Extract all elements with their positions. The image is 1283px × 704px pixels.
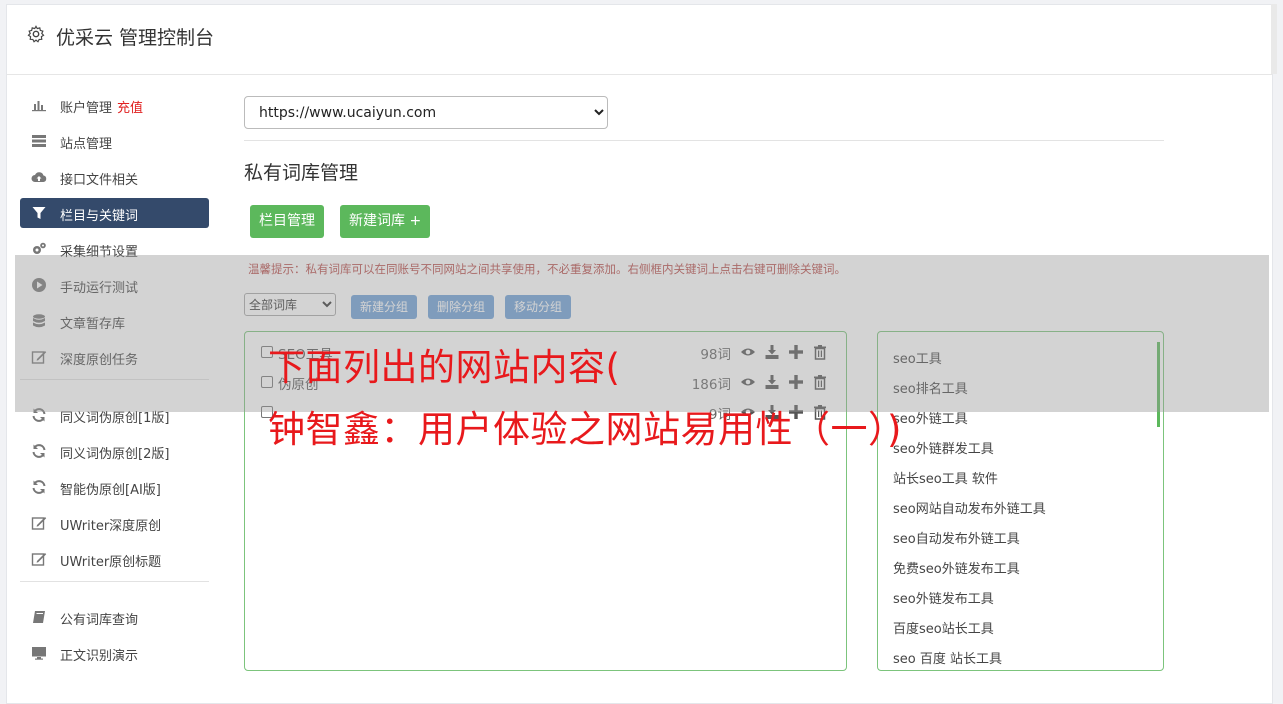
sidebar-item-label: 公有词库查询 (60, 613, 139, 628)
keyword-item[interactable]: 免费seo外链发布工具 (893, 558, 1020, 577)
edit-icon (31, 553, 47, 566)
header: 优采云 管理控制台 (7, 5, 1272, 75)
sidebar-item-label: 智能伪原创[AI版] (60, 483, 161, 498)
monitor-icon (32, 647, 46, 660)
edit-icon (31, 517, 47, 530)
server-icon (32, 135, 46, 147)
column-manage-button[interactable]: 栏目管理 (250, 205, 324, 238)
sidebar-divider (20, 581, 209, 582)
keyword-item[interactable]: seo网站自动发布外链工具 (893, 498, 1046, 517)
refresh-icon (32, 444, 46, 458)
keyword-item[interactable]: 站长seo工具 软件 (893, 468, 998, 487)
sidebar-item-label: UWriter原创标题 (60, 555, 162, 570)
bar-chart-icon (32, 101, 46, 112)
page-scrollbar[interactable] (1271, 4, 1277, 74)
new-library-button[interactable]: 新建词库 + (340, 205, 431, 238)
overlay-banner (15, 255, 1269, 412)
page-title: 私有词库管理 (244, 162, 359, 184)
sidebar-item-label: 同义词伪原创[2版] (60, 447, 170, 462)
book-icon (33, 611, 45, 623)
keyword-item[interactable]: seo自动发布外链工具 (893, 528, 1020, 547)
sidebar-item-label: 账户管理 (60, 101, 113, 116)
sidebar-item-text-recognition[interactable]: 正文识别演示 (20, 638, 209, 668)
refresh-icon (32, 480, 46, 494)
site-select[interactable]: https://www.ucaiyun.com (244, 96, 608, 129)
sidebar-item-synonym-v2[interactable]: 同义词伪原创[2版] (20, 436, 209, 466)
keyword-item[interactable]: 百度seo站长工具 (893, 618, 994, 637)
sidebar-item-columns-keywords[interactable]: 栏目与关键词 (20, 198, 209, 228)
overlay-title-line1: 下面列出的网站内容( (268, 346, 621, 389)
sidebar-item-interface-files[interactable]: 接口文件相关 (20, 162, 209, 192)
sidebar-item-public-library[interactable]: 公有词库查询 (20, 602, 209, 632)
sidebar-item-label: 栏目与关键词 (60, 209, 139, 224)
sidebar-item-label: 站点管理 (60, 137, 113, 152)
sidebar-item-label: UWriter深度原创 (60, 519, 162, 534)
sidebar-item-label: 正文识别演示 (60, 649, 139, 664)
keyword-item[interactable]: seo外链群发工具 (893, 438, 994, 457)
sidebar-item-uwriter-title[interactable]: UWriter原创标题 (20, 544, 209, 574)
keyword-item[interactable]: seo外链发布工具 (893, 588, 994, 607)
sidebar-item-ai-rewrite[interactable]: 智能伪原创[AI版] (20, 472, 209, 502)
keyword-item[interactable]: seo 百度 站长工具 (893, 648, 1002, 667)
gear-icon (27, 25, 45, 43)
sidebar-item-account[interactable]: 账户管理 充值 (20, 90, 209, 120)
divider (244, 140, 1164, 141)
sidebar-item-uwriter-deep[interactable]: UWriter深度原创 (20, 508, 209, 538)
filter-icon (32, 207, 46, 219)
overlay-title-line2: 钟智鑫：用户体验之网站易用性（一）) (268, 408, 902, 451)
app-title: 优采云 管理控制台 (56, 27, 215, 49)
sidebar-item-label: 接口文件相关 (60, 173, 139, 188)
recharge-link[interactable]: 充值 (117, 101, 143, 116)
sidebar-item-sites[interactable]: 站点管理 (20, 126, 209, 156)
cloud-upload-icon (31, 172, 47, 182)
